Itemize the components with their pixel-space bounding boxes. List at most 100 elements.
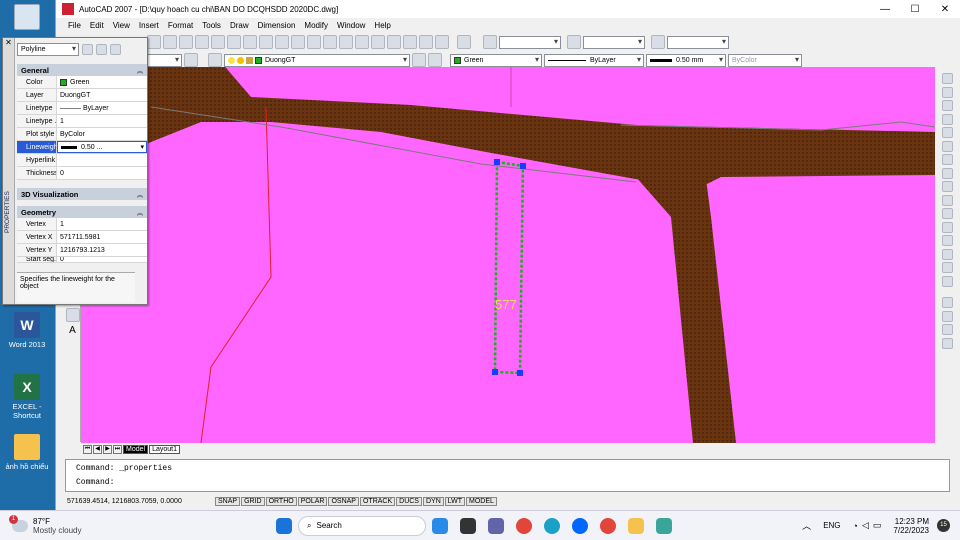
explode-icon[interactable] [942,275,953,287]
toolbar-button[interactable] [179,35,193,49]
toolbar-button[interactable] [227,35,241,49]
snap-toggle[interactable]: SNAP [215,497,241,506]
zoom-icon[interactable] [307,35,321,49]
maximize-button[interactable]: ☐ [900,4,930,15]
offset-icon[interactable] [942,113,953,125]
tab-next-icon[interactable]: ▶ [103,444,112,454]
minimize-button[interactable]: — [870,4,900,15]
chamfer-icon[interactable] [942,248,953,260]
text-tool-icon[interactable]: A [65,325,80,336]
menu-window[interactable]: Window [337,21,365,30]
bing-icon[interactable] [432,517,448,534]
tab-model[interactable]: Model [123,444,149,454]
chrome-icon[interactable] [516,517,532,534]
markup-icon[interactable] [419,35,433,49]
sheet-set-icon[interactable] [403,35,417,49]
property-row-plot-style[interactable]: Plot style ByColor [17,128,147,141]
desktop-icon-excel[interactable]: X EXCEL - Shortcut [2,374,52,420]
desktop-icon-word[interactable]: W Word 2013 [2,312,52,349]
autocad-taskbar-icon[interactable] [656,517,672,534]
menu-tools[interactable]: Tools [202,21,221,30]
menu-file[interactable]: File [68,21,81,30]
tab-first-icon[interactable]: ⏮ [83,444,92,454]
toolbar-button[interactable] [184,53,198,67]
zoom-window-icon[interactable] [323,35,337,49]
property-row-layer[interactable]: Layer DuongGT [17,89,147,102]
property-row-lineweight[interactable]: Lineweight 0.50 ... ▾ [17,141,147,154]
property-row-vertex-x[interactable]: Vertex X 571711.5981 [17,231,147,244]
language-indicator[interactable]: ENG [823,521,840,530]
toolbar-button[interactable] [163,35,177,49]
linetype-combo[interactable]: ByLayer [544,53,644,67]
join-icon[interactable] [942,235,953,246]
zalo-icon[interactable] [572,517,588,534]
calculator-icon[interactable] [435,35,449,49]
osnap-toggle[interactable]: OSNAP [328,497,359,506]
property-row-linetype[interactable]: Linetype ——— ByLayer [17,102,147,115]
tab-layout1[interactable]: Layout1 [149,444,180,454]
selected-polyline[interactable] [493,160,525,375]
help-icon[interactable] [457,35,471,49]
toolbar-button[interactable] [147,35,161,49]
toolbar-button[interactable] [243,35,257,49]
quick-select-icon[interactable] [110,44,121,55]
section-3d-visualization[interactable]: 3D Visualization [17,188,147,200]
property-row-vertex-y[interactable]: Vertex Y 1216793.1213 [17,244,147,257]
teams-chat-icon[interactable] [488,517,504,534]
chrome-profile-icon[interactable] [600,517,616,534]
dyn-toggle[interactable]: DYN [422,497,444,506]
lwt-toggle[interactable]: LWT [444,497,466,506]
drawing-canvas[interactable]: 577 [81,67,935,443]
draworder-icon[interactable] [942,310,953,322]
property-row-vertex[interactable]: Vertex 1 [17,218,147,231]
otrack-toggle[interactable]: OTRACK [359,497,396,506]
move-icon[interactable] [942,140,953,152]
chevron-up-icon[interactable]: ︿ [802,519,811,532]
pan-icon[interactable] [291,35,305,49]
dim-style-combo[interactable] [583,35,645,49]
clock[interactable]: 12:23 PM 7/22/2023 [893,517,929,535]
menu-edit[interactable]: Edit [90,21,104,30]
recycle-bin-icon[interactable] [2,4,52,32]
grip-handle[interactable] [494,159,500,165]
make-current-icon[interactable] [412,53,426,67]
layer-combo[interactable]: DuongGT [224,53,410,67]
table-style-icon[interactable] [651,35,665,49]
array-icon[interactable] [942,127,953,138]
menu-format[interactable]: Format [168,21,193,30]
copy-icon[interactable] [942,86,953,98]
toolbar-button[interactable] [195,35,209,49]
title-bar[interactable]: AutoCAD 2007 - [D:\quy hoach cu chi\BAN … [56,0,960,18]
command-line[interactable]: Command: _properties Command: [65,459,950,492]
section-general[interactable]: General [17,64,147,76]
edge-icon[interactable] [544,517,560,534]
object-type-combo[interactable]: Polyline [17,43,79,56]
zoom-previous-icon[interactable] [339,35,353,49]
ducs-toggle[interactable]: DUCS [396,497,422,506]
property-row-color[interactable]: Color Green [17,76,147,89]
mirror-icon[interactable] [942,100,953,111]
toolbar-button[interactable] [211,35,225,49]
close-button[interactable]: ✕ [930,4,960,15]
command-prompt[interactable]: Command: [76,478,939,492]
menu-insert[interactable]: Insert [139,21,159,30]
file-explorer-icon[interactable] [628,517,644,534]
scale-icon[interactable] [942,167,953,179]
menu-view[interactable]: View [113,21,130,30]
ortho-toggle[interactable]: ORTHO [265,497,297,506]
layer-manager-icon[interactable] [208,53,222,67]
weather-widget[interactable]: 1 87°F Mostly cloudy [0,514,270,535]
close-icon[interactable]: ✕ [3,38,14,47]
plotstyle-combo[interactable]: ByColor [728,53,802,67]
property-row-thickness[interactable]: Thickness 0 [17,167,147,180]
dim-style-icon[interactable] [567,35,581,49]
tool-palettes-icon[interactable] [387,35,401,49]
property-row-linetype-scale[interactable]: Linetype ... 1 [17,115,147,128]
property-row-start-segment[interactable]: Start seg... 0 [17,257,147,263]
volume-icon[interactable]: ◁ [862,520,869,531]
grid-toggle[interactable]: GRID [241,497,265,506]
fillet-icon[interactable] [942,262,953,273]
trim-icon[interactable] [942,194,953,206]
section-geometry[interactable]: Geometry [17,206,147,218]
notification-badge[interactable]: 15 [937,519,950,532]
